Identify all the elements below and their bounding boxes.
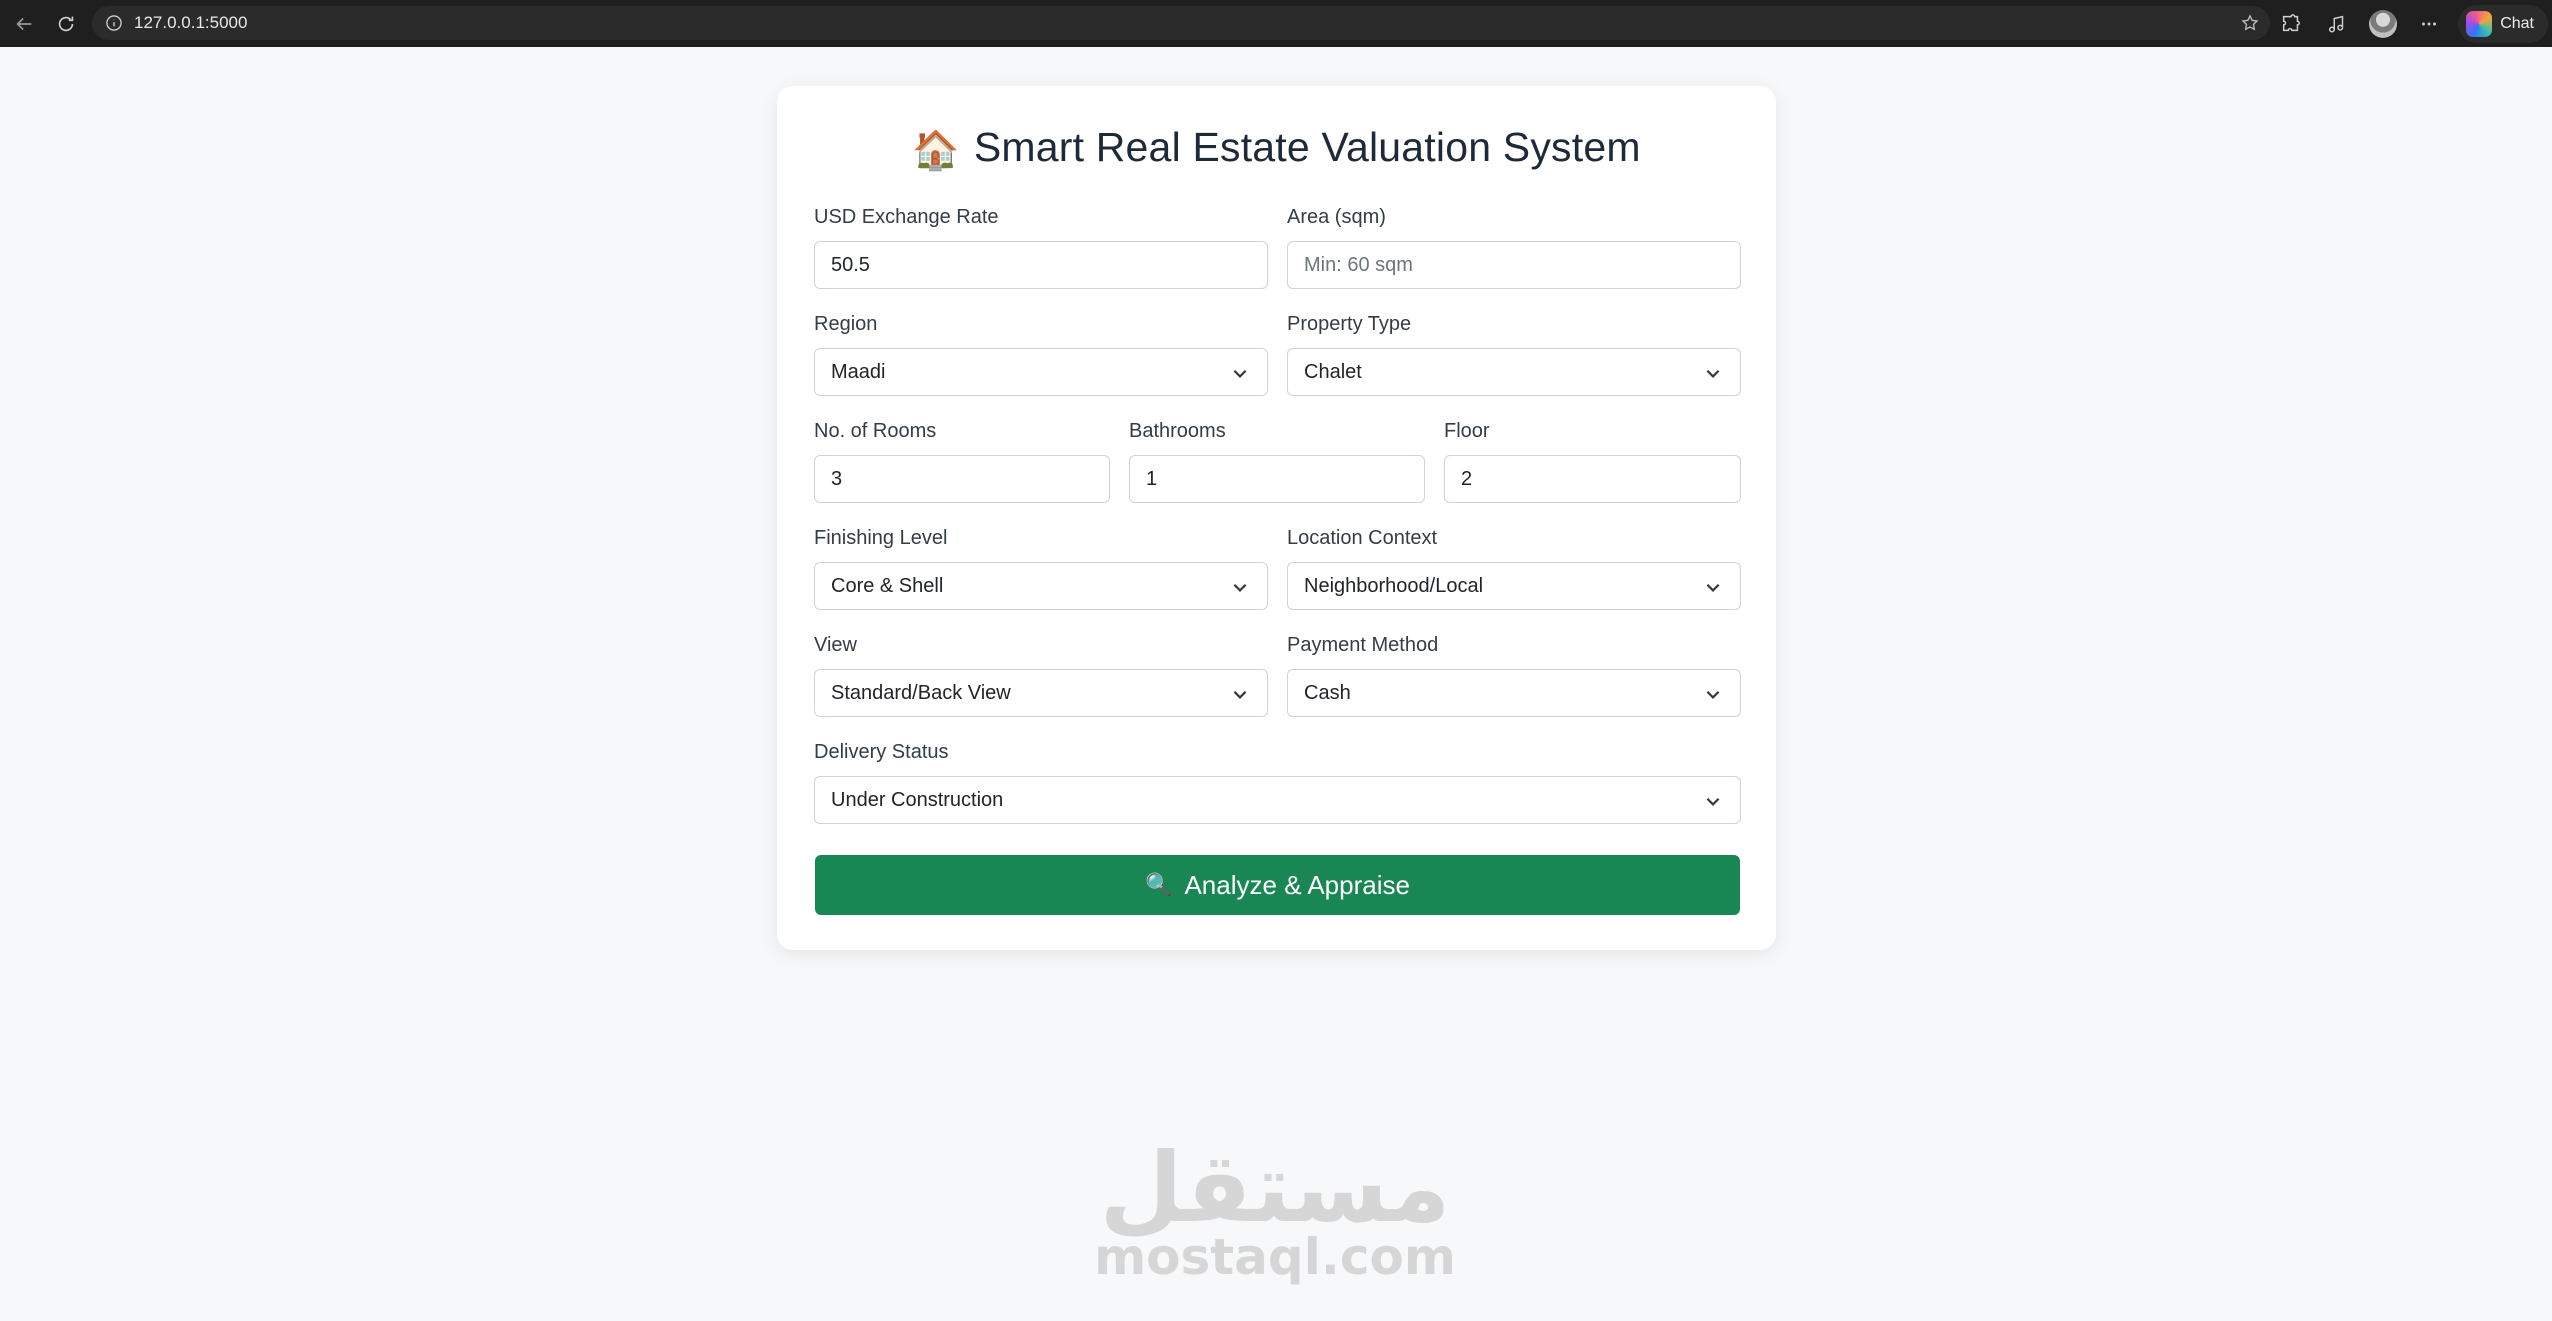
- bathrooms-label: Bathrooms: [1129, 420, 1226, 442]
- magnifier-icon: 🔍: [1145, 872, 1173, 897]
- delivery-select[interactable]: Under Construction: [814, 776, 1741, 824]
- browser-toolbar: 127.0.0.1:5000 Chat: [0, 0, 2552, 47]
- chat-button[interactable]: Chat: [2458, 4, 2548, 43]
- usd-rate-field: USD Exchange Rate: [814, 205, 1268, 289]
- property-type-label: Property Type: [1287, 313, 1412, 335]
- location-select[interactable]: Neighborhood/Local: [1287, 562, 1741, 610]
- property-type-field: Property Type Chalet: [1287, 312, 1741, 396]
- extensions-button[interactable]: [2271, 4, 2311, 44]
- location-value: Neighborhood/Local: [1304, 574, 1484, 597]
- analyze-appraise-button[interactable]: 🔍 Analyze & Appraise: [815, 855, 1740, 915]
- region-field: Region Maadi: [814, 312, 1268, 396]
- property-type-select[interactable]: Chalet: [1287, 348, 1741, 396]
- floor-input[interactable]: [1444, 455, 1741, 503]
- media-button[interactable]: [2317, 4, 2357, 44]
- payment-label: Payment Method: [1287, 634, 1439, 656]
- valuation-form-card: 🏠 Smart Real Estate Valuation System USD …: [777, 86, 1776, 950]
- music-note-icon: [2329, 15, 2344, 33]
- address-bar[interactable]: 127.0.0.1:5000: [92, 6, 2270, 40]
- chevron-down-icon: [1233, 690, 1247, 699]
- arrow-left-icon: [16, 17, 32, 30]
- area-label: Area (sqm): [1287, 206, 1386, 228]
- finishing-field: Finishing Level Core & Shell: [814, 526, 1268, 610]
- chevron-down-icon: [1233, 369, 1247, 378]
- usd-rate-label: USD Exchange Rate: [814, 206, 999, 228]
- payment-select[interactable]: Cash: [1287, 669, 1741, 717]
- area-input[interactable]: [1287, 241, 1741, 289]
- chevron-down-icon: [1706, 690, 1720, 699]
- location-label: Location Context: [1287, 527, 1438, 549]
- floor-label: Floor: [1444, 420, 1490, 442]
- puzzle-icon: [2283, 13, 2301, 31]
- toolbar-icons: Chat: [2268, 0, 2552, 47]
- chevron-down-icon: [1706, 369, 1720, 378]
- region-select[interactable]: Maadi: [814, 348, 1268, 396]
- info-icon[interactable]: [104, 13, 124, 33]
- usd-rate-input[interactable]: [814, 241, 1268, 289]
- property-type-value: Chalet: [1304, 360, 1362, 383]
- finishing-value: Core & Shell: [831, 574, 944, 597]
- finishing-select[interactable]: Core & Shell: [814, 562, 1268, 610]
- back-button[interactable]: [6, 6, 42, 42]
- house-icon: 🏠: [912, 130, 960, 172]
- delivery-label: Delivery Status: [814, 741, 949, 763]
- chevron-down-icon: [1233, 583, 1247, 592]
- floor-field: Floor: [1444, 419, 1741, 503]
- rooms-input[interactable]: [814, 455, 1110, 503]
- region-value: Maadi: [831, 360, 886, 383]
- location-field: Location Context Neighborhood/Local: [1287, 526, 1741, 610]
- star-icon[interactable]: [2240, 13, 2260, 33]
- rooms-label: No. of Rooms: [814, 420, 937, 442]
- view-select[interactable]: Standard/Back View: [814, 669, 1268, 717]
- analyze-appraise-label: Analyze & Appraise: [1184, 869, 1410, 900]
- reload-button[interactable]: [48, 6, 84, 42]
- watermark-arabic: مستقل: [1099, 1132, 1451, 1244]
- view-field: View Standard/Back View: [814, 633, 1268, 717]
- area-field: Area (sqm): [1287, 205, 1741, 289]
- mostaql-watermark: مستقل mostaql.com: [1090, 1140, 1460, 1282]
- page-title-text: Smart Real Estate Valuation System: [973, 124, 1641, 170]
- profile-button[interactable]: [2363, 4, 2403, 44]
- payment-field: Payment Method Cash: [1287, 633, 1741, 717]
- copilot-icon: [2466, 10, 2493, 37]
- page-title: 🏠 Smart Real Estate Valuation System: [777, 124, 1776, 173]
- reload-icon: [58, 16, 74, 31]
- watermark-latin: mostaql.com: [1094, 1228, 1456, 1286]
- delivery-field: Delivery Status Under Construction: [814, 740, 1741, 824]
- region-label: Region: [814, 313, 878, 335]
- avatar: [2369, 9, 2398, 38]
- view-label: View: [814, 634, 857, 656]
- view-value: Standard/Back View: [831, 681, 1011, 704]
- more-menu-button[interactable]: [2409, 4, 2449, 44]
- url-text[interactable]: 127.0.0.1:5000: [134, 13, 247, 33]
- payment-value: Cash: [1304, 681, 1351, 704]
- rooms-field: No. of Rooms: [814, 419, 1110, 503]
- chevron-down-icon: [1706, 583, 1720, 592]
- chevron-down-icon: [1706, 797, 1720, 806]
- bathrooms-field: Bathrooms: [1129, 419, 1425, 503]
- delivery-value: Under Construction: [831, 788, 1004, 811]
- chat-label: Chat: [2500, 14, 2534, 32]
- more-horizontal-icon: [2422, 22, 2437, 25]
- bathrooms-input[interactable]: [1129, 455, 1425, 503]
- finishing-label: Finishing Level: [814, 527, 948, 549]
